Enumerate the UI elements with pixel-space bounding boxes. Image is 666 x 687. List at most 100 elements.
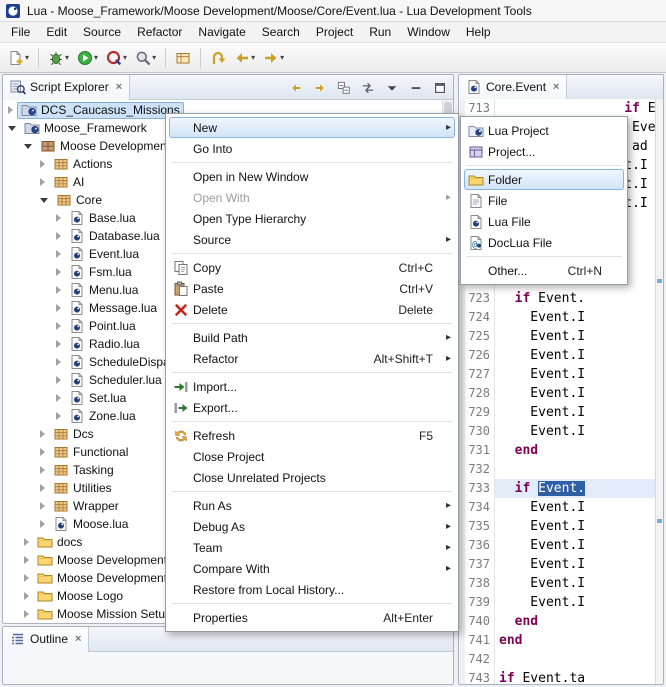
menubar-item-help[interactable]: Help — [458, 23, 499, 41]
tree-item-content[interactable]: Radio.lua — [65, 336, 144, 353]
tree-item-content[interactable]: Moose Mission Setup — [33, 606, 176, 623]
code-text[interactable]: Event.I — [495, 517, 655, 536]
code-line-729[interactable]: 729 Event.I — [459, 403, 655, 422]
tree-item-content[interactable]: Actions — [49, 156, 116, 173]
tree-item-content[interactable]: Moose Development — [36, 138, 174, 155]
context-menu-item-copy[interactable]: CopyCtrl+C — [169, 257, 455, 278]
code-line-736[interactable]: 736 Event.I — [459, 536, 655, 555]
dropdown-caret-icon[interactable]: ▾ — [152, 53, 156, 62]
expand-arrow-icon[interactable] — [24, 574, 29, 582]
tree-item-content[interactable]: docs — [33, 534, 86, 551]
close-icon[interactable]: × — [553, 81, 559, 93]
menubar-item-source[interactable]: Source — [75, 23, 129, 41]
expand-arrow-icon[interactable] — [40, 484, 45, 492]
context-menu-item-open-type-hierarchy[interactable]: Open Type Hierarchy — [169, 208, 455, 229]
profile-button[interactable]: ▾ — [103, 47, 130, 69]
context-menu-item-delete[interactable]: DeleteDelete — [169, 299, 455, 320]
code-line-742[interactable]: 742 — [459, 650, 655, 669]
expand-arrow-icon[interactable] — [56, 250, 61, 258]
expand-arrow-icon[interactable] — [40, 448, 45, 456]
back-button[interactable]: ▾ — [231, 47, 258, 69]
submenu-item-other[interactable]: Other...Ctrl+N — [464, 260, 624, 281]
code-line-726[interactable]: 726 Event.I — [459, 346, 655, 365]
history-forward-button[interactable] — [310, 78, 330, 98]
context-menu-item-export[interactable]: Export... — [169, 397, 455, 418]
context-menu-item-close-unrelated-projects[interactable]: Close Unrelated Projects — [169, 467, 455, 488]
tab-outline[interactable]: Outline × — [3, 627, 89, 652]
tree-item-content[interactable]: Tasking — [49, 462, 118, 479]
tree-item-content[interactable]: DCS_Caucasus_Missions — [17, 102, 184, 119]
dropdown-caret-icon[interactable]: ▾ — [123, 53, 127, 62]
code-text[interactable]: Event.I — [495, 403, 655, 422]
code-line-735[interactable]: 735 Event.I — [459, 517, 655, 536]
tree-item-content[interactable]: Functional — [49, 444, 132, 461]
tree-item-content[interactable]: Set.lua — [65, 390, 130, 407]
context-menu-item-build-path[interactable]: Build Path▸ — [169, 327, 455, 348]
expand-arrow-icon[interactable] — [56, 376, 61, 384]
tree-item-content[interactable]: Moose Development — [33, 552, 171, 569]
code-text[interactable]: Event.I — [495, 422, 655, 441]
tree-item-content[interactable]: Zone.lua — [65, 408, 140, 425]
open-element-button[interactable] — [172, 47, 194, 69]
new-wizard-button[interactable]: ▾ — [5, 47, 32, 69]
dropdown-caret-icon[interactable]: ▾ — [251, 53, 255, 62]
code-line-727[interactable]: 727 Event.I — [459, 365, 655, 384]
expand-arrow-icon[interactable] — [56, 358, 61, 366]
code-line-732[interactable]: 732 — [459, 460, 655, 479]
context-menu-item-refactor[interactable]: RefactorAlt+Shift+T▸ — [169, 348, 455, 369]
code-line-733[interactable]: 733 if Event. — [459, 479, 655, 498]
context-menu-item-properties[interactable]: PropertiesAlt+Enter — [169, 607, 455, 628]
code-line-723[interactable]: 723 if Event. — [459, 289, 655, 308]
dropdown-caret-icon[interactable]: ▾ — [280, 53, 284, 62]
expand-arrow-icon[interactable] — [24, 610, 29, 618]
debug-button[interactable]: ▾ — [45, 47, 72, 69]
expand-arrow-icon[interactable] — [56, 268, 61, 276]
tree-item-content[interactable]: Dcs — [49, 426, 98, 443]
code-text[interactable]: Event.I — [495, 384, 655, 403]
code-text[interactable]: end — [495, 441, 655, 460]
code-text[interactable]: Event.I — [495, 346, 655, 365]
tree-item-content[interactable]: Menu.lua — [65, 282, 142, 299]
collapse-arrow-icon[interactable] — [24, 144, 32, 149]
code-text[interactable]: Event.I — [495, 574, 655, 593]
tree-item-content[interactable]: Moose Logo — [33, 588, 127, 605]
context-menu-item-restore-from-local-history[interactable]: Restore from Local History... — [169, 579, 455, 600]
expand-arrow-icon[interactable] — [56, 286, 61, 294]
expand-arrow-icon[interactable] — [40, 466, 45, 474]
overview-marker[interactable] — [657, 279, 662, 283]
run-button[interactable]: ▾ — [74, 47, 101, 69]
expand-arrow-icon[interactable] — [40, 178, 45, 186]
menubar-item-project[interactable]: Project — [308, 23, 361, 41]
tree-item-content[interactable]: Database.lua — [65, 228, 164, 245]
tab-core-event[interactable]: Core.Event × — [459, 75, 567, 100]
submenu-item-doclua-file[interactable]: @DocLua File — [464, 232, 624, 253]
context-menu-item-team[interactable]: Team▸ — [169, 537, 455, 558]
code-line-734[interactable]: 734 Event.I — [459, 498, 655, 517]
link-with-editor-button[interactable] — [358, 78, 378, 98]
code-line-741[interactable]: 741end — [459, 631, 655, 650]
editor-overview-ruler[interactable] — [655, 99, 663, 684]
expand-arrow-icon[interactable] — [8, 106, 13, 114]
context-menu-item-close-project[interactable]: Close Project — [169, 446, 455, 467]
expand-arrow-icon[interactable] — [56, 394, 61, 402]
code-text[interactable]: end — [495, 631, 655, 650]
code-line-724[interactable]: 724 Event.I — [459, 308, 655, 327]
context-menu-item-compare-with[interactable]: Compare With▸ — [169, 558, 455, 579]
expand-arrow-icon[interactable] — [40, 502, 45, 510]
expand-arrow-icon[interactable] — [40, 430, 45, 438]
expand-arrow-icon[interactable] — [56, 232, 61, 240]
menubar-item-search[interactable]: Search — [254, 23, 308, 41]
expand-arrow-icon[interactable] — [24, 592, 29, 600]
dropdown-caret-icon[interactable]: ▾ — [65, 53, 69, 62]
tree-item-content[interactable]: Utilities — [49, 480, 116, 497]
code-line-737[interactable]: 737 Event.I — [459, 555, 655, 574]
menubar-item-file[interactable]: File — [3, 23, 38, 41]
code-text[interactable]: if Event. — [495, 479, 655, 498]
search-button[interactable]: ▾ — [132, 47, 159, 69]
context-menu-item-paste[interactable]: PasteCtrl+V — [169, 278, 455, 299]
code-text[interactable]: Event.I — [495, 536, 655, 555]
tree-item-content[interactable]: Point.lua — [65, 318, 140, 335]
code-text[interactable]: Event.I — [495, 308, 655, 327]
code-text[interactable] — [495, 650, 655, 669]
expand-arrow-icon[interactable] — [56, 322, 61, 330]
